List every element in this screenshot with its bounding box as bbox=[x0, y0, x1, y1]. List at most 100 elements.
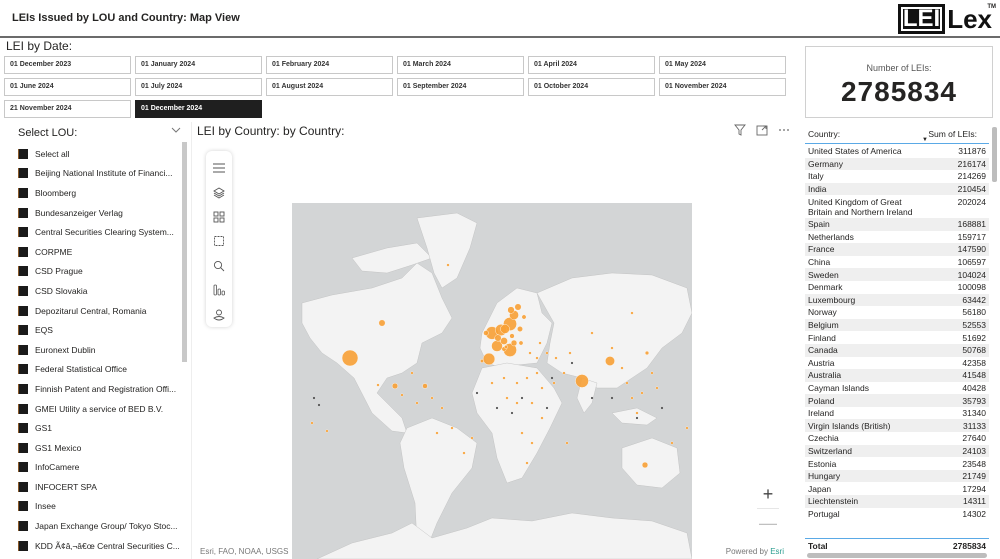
checkbox-checked-icon[interactable] bbox=[18, 227, 28, 238]
table-horizontal-scrollbar[interactable] bbox=[807, 553, 987, 558]
lou-item[interactable]: GMEI Utility a service of BED B.V. bbox=[18, 399, 188, 419]
country-bubble[interactable] bbox=[483, 330, 489, 336]
table-row[interactable]: Belgium 52553 bbox=[805, 318, 989, 332]
country-bubble[interactable] bbox=[655, 386, 659, 390]
lou-item[interactable]: Depozitarul Central, Romania bbox=[18, 301, 188, 321]
table-row[interactable]: Estonia 23548 bbox=[805, 457, 989, 470]
country-bubble[interactable] bbox=[515, 401, 519, 405]
checkbox-checked-icon[interactable] bbox=[18, 187, 28, 198]
table-row[interactable]: Luxembourg 63442 bbox=[805, 293, 989, 307]
country-bubble[interactable] bbox=[378, 319, 386, 327]
table-row[interactable]: Virgin Islands (British) 31133 bbox=[805, 419, 989, 433]
user-icon[interactable] bbox=[206, 303, 232, 327]
table-row[interactable]: Italy 214269 bbox=[805, 170, 989, 183]
country-bubble[interactable] bbox=[514, 303, 522, 311]
map-canvas[interactable] bbox=[292, 203, 692, 559]
country-bubble[interactable] bbox=[554, 356, 558, 360]
lou-item[interactable]: InfoCamere bbox=[18, 458, 188, 478]
country-bubble[interactable] bbox=[510, 339, 518, 347]
checkbox-checked-icon[interactable] bbox=[18, 481, 28, 492]
table-row[interactable]: Portugal 14302 bbox=[805, 508, 989, 521]
date-option[interactable]: 01 November 2024 bbox=[659, 78, 786, 96]
country-bubble[interactable] bbox=[530, 441, 534, 445]
lou-item[interactable]: Beijing National Institute of Financi... bbox=[18, 164, 188, 184]
country-bubble[interactable] bbox=[641, 461, 649, 469]
lou-select-all[interactable]: Select all bbox=[18, 144, 188, 164]
focus-mode-icon[interactable] bbox=[756, 124, 768, 139]
lou-item[interactable]: Federal Statistical Office bbox=[18, 360, 188, 380]
table-row[interactable]: Japan 17294 bbox=[805, 482, 989, 495]
country-bubble[interactable] bbox=[538, 341, 542, 345]
country-bubble[interactable] bbox=[500, 324, 510, 334]
table-row[interactable]: Norway 56180 bbox=[805, 306, 989, 319]
table-row[interactable]: Czechia 27640 bbox=[805, 432, 989, 445]
lou-item[interactable]: GS1 bbox=[18, 418, 188, 438]
country-bubble[interactable] bbox=[490, 381, 494, 385]
country-bubble[interactable] bbox=[552, 381, 556, 385]
date-option[interactable]: 01 December 2024 bbox=[135, 100, 262, 118]
country-bubble[interactable] bbox=[525, 376, 529, 380]
lou-item[interactable]: KDD Ã¢â‚¬â€œ Central Securities C... bbox=[18, 536, 188, 556]
country-bubble[interactable] bbox=[528, 351, 532, 355]
checkbox-checked-icon[interactable] bbox=[18, 168, 28, 179]
esri-link[interactable]: Esri bbox=[770, 547, 784, 556]
table-row[interactable]: Spain 168881 bbox=[805, 217, 989, 231]
table-row[interactable]: Canada 50768 bbox=[805, 343, 989, 357]
country-bubble[interactable] bbox=[540, 386, 544, 390]
search-icon[interactable] bbox=[206, 254, 232, 278]
country-bubble[interactable] bbox=[670, 441, 674, 445]
checkbox-checked-icon[interactable] bbox=[18, 540, 28, 551]
zoom-out-button[interactable]: — bbox=[759, 513, 777, 533]
checkbox-checked-icon[interactable] bbox=[18, 207, 28, 218]
checkbox-checked-icon[interactable] bbox=[18, 305, 28, 316]
country-bubble[interactable] bbox=[630, 311, 634, 315]
checkbox-checked-icon[interactable] bbox=[18, 521, 28, 532]
country-bubble[interactable] bbox=[440, 406, 444, 410]
country-bubble[interactable] bbox=[630, 396, 634, 400]
lou-item[interactable]: Bundesanzeiger Verlag bbox=[18, 203, 188, 223]
country-bubble[interactable] bbox=[462, 451, 466, 455]
country-bubble[interactable] bbox=[590, 331, 594, 335]
country-bubble[interactable] bbox=[562, 371, 566, 375]
table-row[interactable]: Finland 51692 bbox=[805, 331, 989, 344]
date-option[interactable]: 21 November 2024 bbox=[4, 100, 131, 118]
lou-item[interactable]: Japan Exchange Group/ Tokyo Stoc... bbox=[18, 516, 188, 536]
country-bubble[interactable] bbox=[502, 376, 506, 380]
table-row[interactable]: Liechtenstein 14311 bbox=[805, 495, 989, 508]
table-row[interactable]: Sweden 104024 bbox=[805, 268, 989, 281]
table-row[interactable]: Cayman Islands 40428 bbox=[805, 382, 989, 395]
country-bubble[interactable] bbox=[515, 381, 519, 385]
checkbox-checked-icon[interactable] bbox=[18, 285, 28, 296]
checkbox-checked-icon[interactable] bbox=[18, 325, 28, 336]
country-bubble[interactable] bbox=[605, 356, 615, 366]
country-bubble[interactable] bbox=[422, 383, 428, 389]
table-row[interactable]: Netherlands 159717 bbox=[805, 231, 989, 244]
date-option[interactable]: 01 September 2024 bbox=[397, 78, 524, 96]
country-bubble[interactable] bbox=[565, 441, 569, 445]
country-bubble[interactable] bbox=[410, 371, 414, 375]
lou-item[interactable]: Finnish Patent and Registration Offi... bbox=[18, 379, 188, 399]
country-bubble[interactable] bbox=[482, 352, 496, 366]
country-bubble[interactable] bbox=[530, 401, 534, 405]
date-option[interactable]: 01 March 2024 bbox=[397, 56, 524, 74]
lou-scrollbar[interactable] bbox=[182, 142, 187, 362]
country-bubble[interactable] bbox=[625, 381, 629, 385]
table-row[interactable]: Poland 35793 bbox=[805, 394, 989, 407]
checkbox-checked-icon[interactable] bbox=[18, 344, 28, 355]
chevron-down-icon[interactable] bbox=[171, 126, 181, 137]
country-bubble[interactable] bbox=[525, 461, 529, 465]
country-bubble[interactable] bbox=[575, 374, 589, 388]
world-map[interactable] bbox=[292, 203, 692, 559]
country-bubble[interactable] bbox=[391, 382, 399, 390]
filter-icon[interactable] bbox=[734, 124, 746, 139]
table-vertical-scrollbar[interactable] bbox=[992, 127, 997, 182]
country-bubble[interactable] bbox=[325, 429, 329, 433]
lou-item[interactable]: CSD Prague bbox=[18, 262, 188, 282]
date-option[interactable]: 01 April 2024 bbox=[528, 56, 655, 74]
checkbox-checked-icon[interactable] bbox=[18, 423, 28, 434]
country-bubble[interactable] bbox=[450, 426, 454, 430]
checkbox-checked-icon[interactable] bbox=[18, 364, 28, 375]
country-bubble[interactable] bbox=[518, 340, 524, 346]
country-bubble[interactable] bbox=[504, 345, 508, 349]
basemap-gallery-icon[interactable] bbox=[206, 205, 232, 229]
